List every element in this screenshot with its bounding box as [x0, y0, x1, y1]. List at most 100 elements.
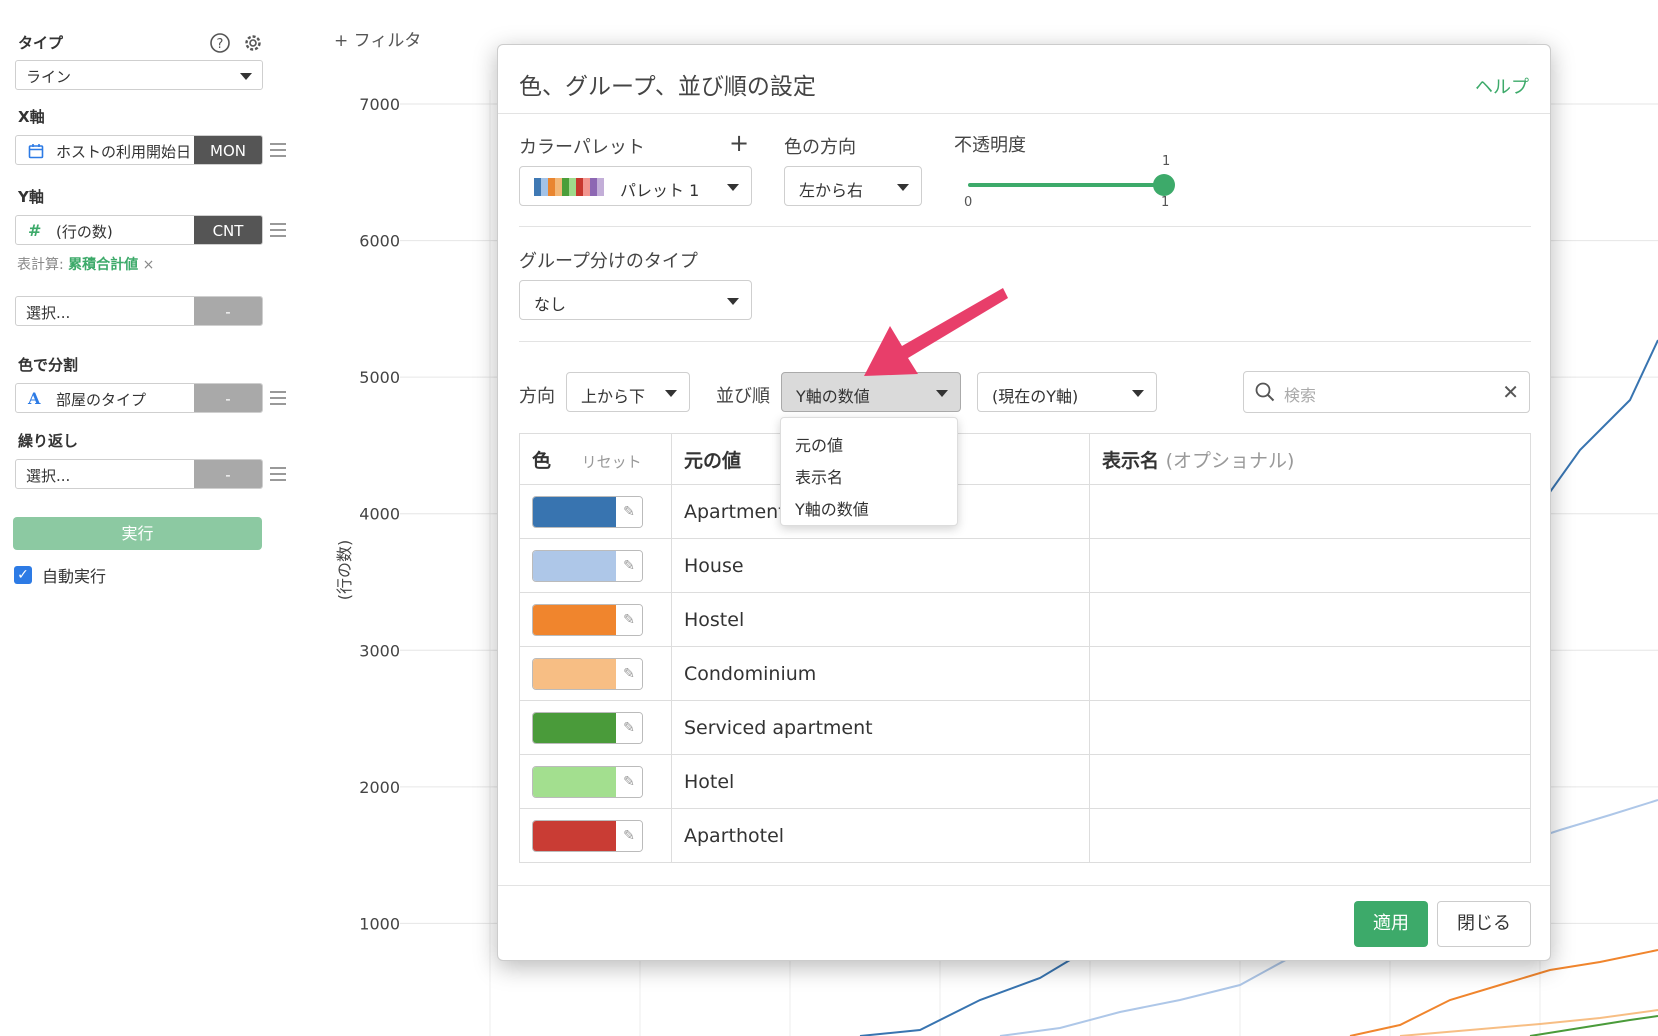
divider — [519, 341, 1531, 342]
sort-option-display-name[interactable]: 表示名 — [781, 460, 957, 492]
order-direction-label: 方向 — [519, 386, 555, 407]
color-swatch[interactable]: ✎ — [532, 495, 643, 528]
chevron-down-icon — [240, 73, 252, 80]
palette-color-chip — [597, 178, 604, 196]
color-swatch[interactable]: ✎ — [532, 819, 643, 852]
color-direction-select[interactable]: 左から右 — [784, 166, 922, 206]
eyedropper-icon[interactable]: ✎ — [616, 820, 642, 851]
display-name-cell[interactable] — [1089, 592, 1531, 647]
auto-run-toggle[interactable]: ✓ 自動実行 — [14, 563, 106, 587]
eyedropper-icon[interactable]: ✎ — [616, 658, 642, 689]
x-axis-aggregation-badge[interactable]: MON — [194, 136, 262, 164]
search-box[interactable]: 検索 ✕ — [1243, 371, 1530, 413]
y-tick-label: 2000 — [359, 778, 400, 797]
display-name-cell[interactable] — [1089, 538, 1531, 593]
table-calc-value[interactable]: 累積合計値 — [68, 257, 138, 273]
extra-field-badge: - — [194, 297, 262, 325]
table-row: ✎ Serviced apartment — [519, 700, 1531, 755]
eyedropper-icon[interactable]: ✎ — [616, 496, 642, 527]
color-fill[interactable] — [533, 550, 616, 581]
color-split-menu-icon[interactable] — [270, 391, 286, 405]
gear-icon[interactable] — [242, 32, 264, 54]
search-placeholder[interactable]: 検索 — [1284, 382, 1316, 406]
help-icon[interactable]: ? — [209, 32, 231, 54]
display-name-cell[interactable] — [1089, 754, 1531, 809]
palette-color-chip — [576, 178, 583, 196]
order-direction-select[interactable]: 上から下 — [566, 372, 690, 412]
display-name-cell[interactable] — [1089, 808, 1531, 863]
palette-swatch-strip — [534, 178, 604, 196]
y-tick-label: 5000 — [359, 368, 400, 387]
palette-color-chip — [555, 178, 562, 196]
chart-type-value: ライン — [26, 68, 72, 86]
color-fill[interactable] — [533, 766, 616, 797]
palette-value: パレット 1 — [620, 181, 700, 200]
y-axis-title: (行の数) — [335, 540, 354, 601]
palette-label: カラーパレット — [519, 137, 645, 158]
palette-color-chip — [534, 178, 541, 196]
checkbox-checked-icon[interactable]: ✓ — [14, 566, 32, 584]
original-value-title: 元の値 — [684, 449, 742, 472]
eyedropper-icon[interactable]: ✎ — [616, 550, 642, 581]
repeat-menu-icon[interactable] — [270, 467, 286, 481]
original-value-cell: House — [671, 538, 1090, 593]
chart-type-select[interactable]: ライン — [15, 60, 263, 90]
display-name-cell[interactable] — [1089, 484, 1531, 539]
color-swatch[interactable]: ✎ — [532, 765, 643, 798]
y-tick-label: 7000 — [359, 95, 400, 114]
color-swatch[interactable]: ✎ — [532, 603, 643, 636]
color-fill[interactable] — [533, 604, 616, 635]
eyedropper-icon[interactable]: ✎ — [616, 712, 642, 743]
y-axis-menu-icon[interactable] — [270, 223, 286, 237]
color-split-field[interactable]: A 部屋のタイプ - — [15, 383, 263, 413]
extra-field-select[interactable]: 選択... - — [15, 296, 263, 326]
group-type-select[interactable]: なし — [519, 280, 752, 320]
divider — [519, 226, 1531, 227]
table-row: ✎ Apartment — [519, 484, 1531, 539]
color-cell: ✎ — [519, 754, 672, 809]
y-axis-aggregation-badge[interactable]: CNT — [194, 216, 262, 244]
x-axis-menu-icon[interactable] — [270, 143, 286, 157]
series-line — [1399, 1009, 1658, 1036]
text-type-icon: A — [28, 389, 41, 408]
close-button[interactable]: 閉じる — [1437, 901, 1531, 947]
eyedropper-icon[interactable]: ✎ — [616, 766, 642, 797]
eyedropper-icon[interactable]: ✎ — [616, 604, 642, 635]
display-name-cell[interactable] — [1089, 700, 1531, 755]
table-row: ✎ Hotel — [519, 754, 1531, 809]
divider — [498, 885, 1550, 886]
color-fill[interactable] — [533, 820, 616, 851]
group-type-value: なし — [534, 295, 567, 314]
palette-color-chip — [569, 178, 576, 196]
chevron-down-icon — [1132, 390, 1144, 397]
color-swatch[interactable]: ✎ — [532, 549, 643, 582]
color-mapping-table: 色 リセット 元の値 表示名 (オプショナル) ✎ Apartment ✎ House… — [519, 433, 1531, 863]
order-direction-value: 上から下 — [581, 387, 646, 406]
help-link[interactable]: ヘルプ — [1475, 73, 1529, 99]
opacity-min: 0 — [964, 195, 973, 210]
apply-button[interactable]: 適用 — [1354, 901, 1428, 947]
color-fill[interactable] — [533, 496, 616, 527]
clear-search-icon[interactable]: ✕ — [1502, 380, 1519, 404]
y-tick-label: 1000 — [359, 914, 400, 933]
opacity-slider-track[interactable] — [968, 183, 1164, 187]
add-palette-button[interactable]: + — [729, 129, 749, 157]
x-axis-field[interactable]: ホストの利用開始日 MON — [15, 135, 263, 165]
color-fill[interactable] — [533, 658, 616, 689]
y-axis-field[interactable]: # (行の数) CNT — [15, 215, 263, 245]
repeat-field-select[interactable]: 選択... - — [15, 459, 263, 489]
color-swatch[interactable]: ✎ — [532, 711, 643, 744]
color-fill[interactable] — [533, 712, 616, 743]
reset-colors-link[interactable]: リセット — [582, 453, 642, 471]
group-type-label: グループ分けのタイプ — [519, 251, 698, 272]
display-name-cell[interactable] — [1089, 646, 1531, 701]
sort-option-original[interactable]: 元の値 — [781, 428, 957, 460]
color-swatch[interactable]: ✎ — [532, 657, 643, 690]
table-calc: 表計算: 累積合計値 × — [17, 254, 154, 274]
table-calc-remove-icon[interactable]: × — [143, 257, 155, 273]
sort-option-y-value[interactable]: Y軸の数値 — [781, 492, 957, 524]
run-button[interactable]: 実行 — [13, 517, 262, 550]
table-row: ✎ Aparthotel — [519, 808, 1531, 863]
opacity-slider-handle[interactable] — [1153, 174, 1175, 196]
palette-select[interactable]: パレット 1 — [519, 166, 752, 206]
